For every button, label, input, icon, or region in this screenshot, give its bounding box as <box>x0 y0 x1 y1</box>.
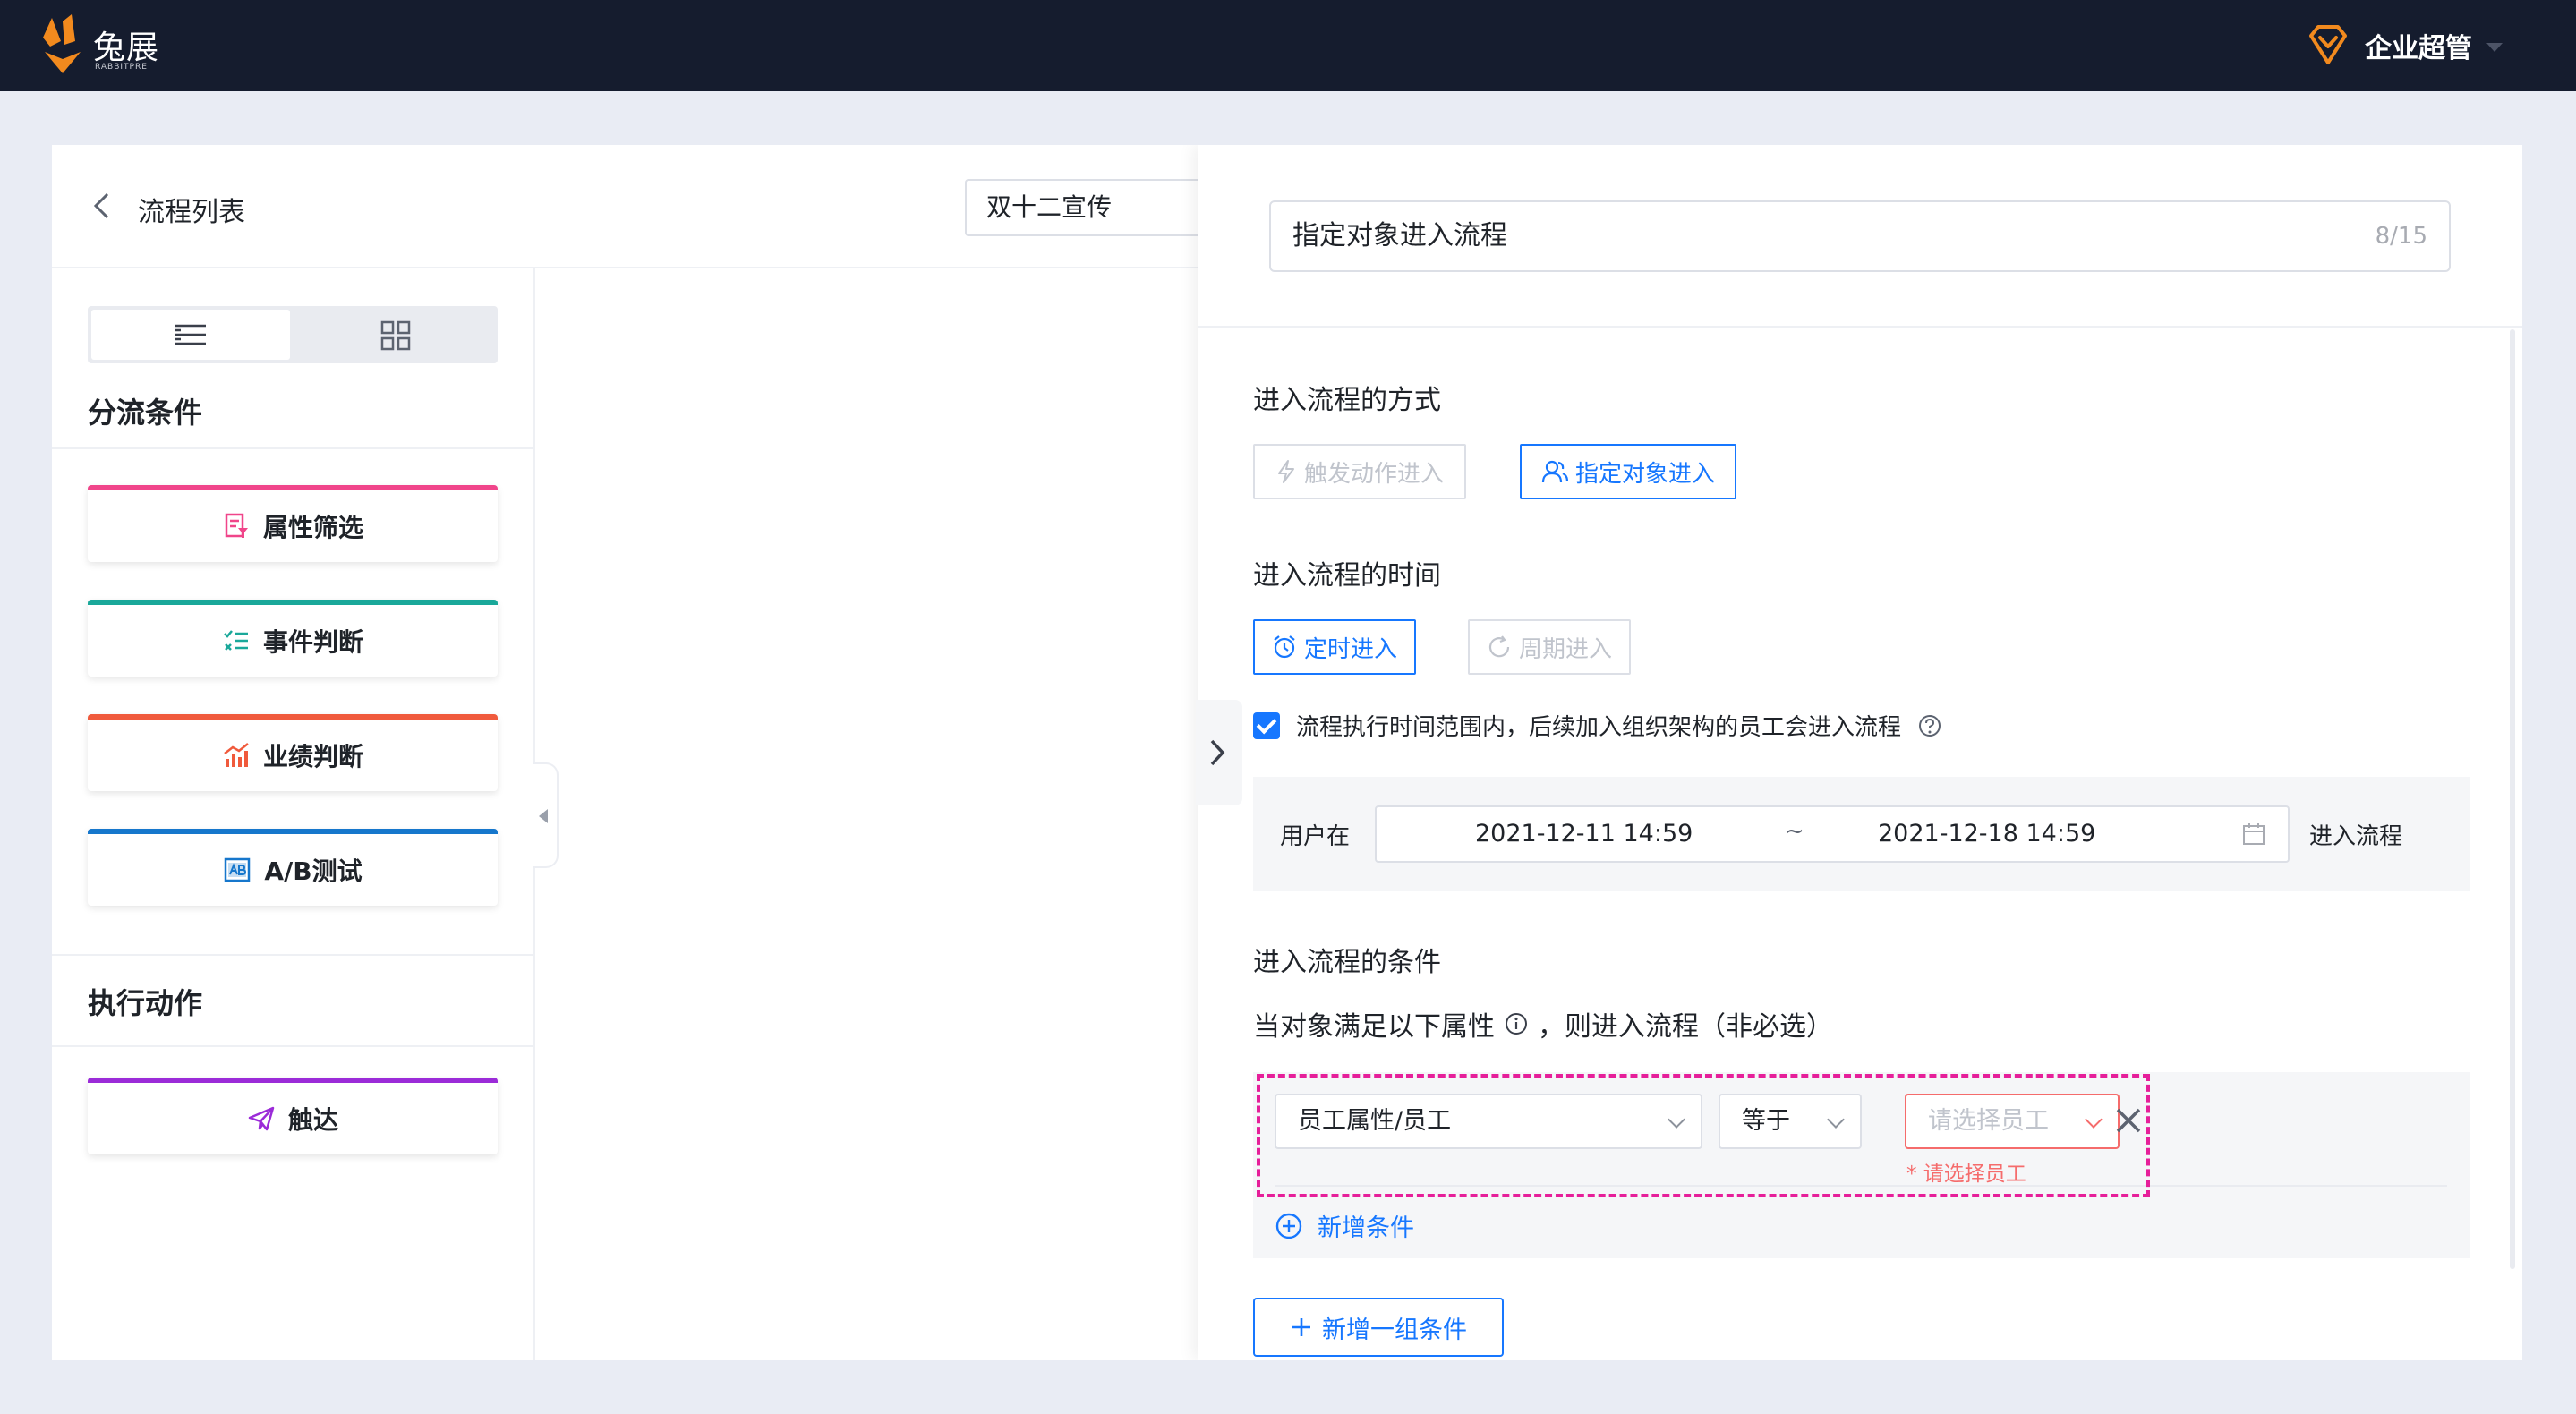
diamond-badge-icon <box>2309 25 2347 64</box>
card-label: 属性筛选 <box>262 513 363 542</box>
user-role-name: 企业超管 <box>2365 33 2472 64</box>
grid-view-icon[interactable] <box>293 306 498 363</box>
range-end[interactable]: 2021-12-18 14:59 <box>1878 820 2095 848</box>
event-check-card[interactable]: 事件判断 <box>88 600 498 677</box>
help-question-icon[interactable] <box>1917 713 1942 738</box>
card-label: 事件判断 <box>262 627 363 657</box>
section-divider <box>52 954 535 956</box>
card-label: 触达 <box>287 1105 338 1135</box>
back-to-flow-list[interactable]: 流程列表 <box>138 190 245 229</box>
card-label: 业绩判断 <box>262 742 363 771</box>
branch-conditions-title: 分流条件 <box>88 396 203 430</box>
filter-icon <box>225 513 248 538</box>
send-icon <box>248 1106 275 1131</box>
editor-header: 流程列表 双十二宣传 <box>52 145 1224 268</box>
rabbitpre-logo[interactable]: 兔展 RABBITPRE <box>41 14 166 77</box>
subtitle-text: 当对象满足以下属性 <box>1253 1011 1495 1043</box>
entry-time-title: 进入流程的时间 <box>1253 560 1441 592</box>
range-suffix: 进入流程 <box>2309 823 2403 850</box>
view-toggle <box>88 306 498 363</box>
event-check-icon <box>224 630 248 651</box>
add-condition-button[interactable]: 新增条件 <box>1275 1208 1414 1243</box>
time-range-row: 用户在 2021-12-11 14:59 ~ 2021-12-18 14:59 … <box>1253 777 2470 891</box>
ab-test-icon <box>225 857 251 882</box>
drawer-header: 指定对象进入流程 8/15 <box>1198 145 2522 328</box>
late-join-option: 流程执行时间范围内，后续加入组织架构的员工会进入流程 <box>1253 709 1942 742</box>
user-menu[interactable]: 企业超管 <box>2306 21 2503 70</box>
rabbit-logo-icon <box>43 14 81 73</box>
drawer-scrollbar[interactable] <box>2510 329 2515 1269</box>
checkbox-label: 流程执行时间范围内，后续加入组织架构的员工会进入流程 <box>1296 714 1902 741</box>
node-name-input[interactable]: 指定对象进入流程 8/15 <box>1269 200 2451 272</box>
highlight-annotation-box <box>1257 1074 2150 1197</box>
section-divider <box>52 1045 535 1047</box>
performance-check-card[interactable]: 业绩判断 <box>88 714 498 791</box>
logo-subtext: RABBITPRE <box>95 63 148 72</box>
chevron-left-icon[interactable] <box>91 192 111 225</box>
range-prefix: 用户在 <box>1280 823 1351 850</box>
list-view-icon[interactable] <box>88 306 293 363</box>
specified-object-entry-button[interactable]: 指定对象进入 <box>1520 444 1736 499</box>
plus-icon <box>1292 1318 1310 1336</box>
actions-title: 执行动作 <box>88 986 203 1020</box>
entry-mode-title: 进入流程的方式 <box>1253 385 1441 416</box>
flow-name-field[interactable]: 双十二宣传 <box>965 179 1224 236</box>
info-icon[interactable] <box>1504 1011 1529 1036</box>
periodic-entry-button[interactable]: 周期进入 <box>1468 619 1631 675</box>
logo-text: 兔展 <box>93 30 160 66</box>
char-count: 8/15 <box>2375 223 2427 250</box>
top-navigation-bar: 兔展 RABBITPRE 企业超管 <box>0 0 2576 91</box>
attribute-filter-card[interactable]: 属性筛选 <box>88 485 498 562</box>
option-label: 定时进入 <box>1303 635 1397 663</box>
option-label: 触发动作进入 <box>1303 460 1444 488</box>
date-range-picker[interactable]: 2021-12-11 14:59 ~ 2021-12-18 14:59 <box>1375 805 2290 863</box>
late-join-checkbox[interactable] <box>1253 711 1280 739</box>
add-condition-label: 新增条件 <box>1318 1214 1414 1242</box>
performance-chart-icon <box>224 743 249 767</box>
range-separator: ~ <box>1785 818 1804 845</box>
component-panel: 分流条件 属性筛选 事件判断 业绩判断 A/B测试 执行动作 触达 <box>52 268 535 1360</box>
collapse-panel-handle[interactable] <box>533 762 559 868</box>
caret-down-icon <box>2486 43 2503 52</box>
ab-test-card[interactable]: A/B测试 <box>88 829 498 906</box>
alarm-clock-icon <box>1274 635 1295 659</box>
plus-circle-icon <box>1275 1213 1302 1239</box>
card-label: A/B测试 <box>264 856 363 886</box>
calendar-icon <box>2243 823 2265 845</box>
range-start[interactable]: 2021-12-11 14:59 <box>1475 820 1693 848</box>
option-label: 周期进入 <box>1518 635 1612 663</box>
close-drawer-button[interactable] <box>1196 700 1242 805</box>
add-group-label: 新增一组条件 <box>1322 1316 1467 1344</box>
conditions-subtitle: 当对象满足以下属性 ，则进入流程（非必选） <box>1253 1004 1833 1043</box>
users-icon <box>1541 460 1568 483</box>
section-divider <box>52 447 535 449</box>
reach-card[interactable]: 触达 <box>88 1078 498 1154</box>
cycle-icon <box>1488 635 1510 658</box>
node-name-value: 指定对象进入流程 <box>1292 220 1507 251</box>
entry-conditions-title: 进入流程的条件 <box>1253 947 1441 978</box>
scheduled-entry-button[interactable]: 定时进入 <box>1253 619 1416 675</box>
add-condition-group-button[interactable]: 新增一组条件 <box>1253 1298 1504 1357</box>
subtitle-suffix: ，则进入流程（非必选） <box>1538 1011 1833 1043</box>
trigger-action-entry-button[interactable]: 触发动作进入 <box>1253 444 1466 499</box>
option-label: 指定对象进入 <box>1574 460 1715 488</box>
chevron-right-icon <box>1210 739 1225 766</box>
lightning-icon <box>1277 460 1294 483</box>
